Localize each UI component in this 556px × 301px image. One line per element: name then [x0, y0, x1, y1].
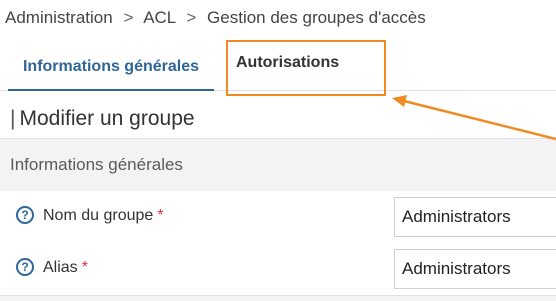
breadcrumb-separator: > [186, 8, 197, 27]
title-bar: | [10, 107, 16, 130]
form-row-alias: ? Alias * [0, 243, 556, 296]
breadcrumb-administration[interactable]: Administration [5, 8, 113, 27]
annotation-arrow-line [403, 99, 556, 141]
next-row-strip [0, 296, 556, 301]
required-asterisk: * [81, 259, 88, 276]
field-label-text: Alias [43, 259, 78, 276]
alias-input[interactable] [394, 249, 556, 289]
annotation-highlight-box [226, 40, 386, 96]
field-label-group-name: Nom du groupe * [43, 207, 164, 225]
breadcrumb: Administration > ACL > Gestion des group… [5, 8, 426, 28]
annotation-arrow-head [392, 95, 407, 107]
group-name-input[interactable] [394, 197, 556, 237]
breadcrumb-acl[interactable]: ACL [143, 8, 175, 27]
breadcrumb-separator: > [123, 8, 134, 27]
breadcrumb-access-groups[interactable]: Gestion des groupes d'accès [207, 8, 426, 27]
panel-header: Informations générales [0, 138, 556, 192]
panel-title: Informations générales [10, 155, 183, 174]
help-icon[interactable]: ? [16, 258, 34, 276]
page-title: | Modifier un groupe [10, 107, 195, 131]
form-row-group-name: ? Nom du groupe * [0, 191, 556, 244]
required-asterisk: * [157, 207, 164, 224]
help-icon[interactable]: ? [16, 206, 34, 224]
tab-informations-generales[interactable]: Informations générales [8, 44, 214, 91]
page-title-text: Modifier un groupe [19, 107, 195, 130]
field-label-alias: Alias * [43, 259, 88, 277]
field-label-text: Nom du groupe [43, 207, 154, 224]
